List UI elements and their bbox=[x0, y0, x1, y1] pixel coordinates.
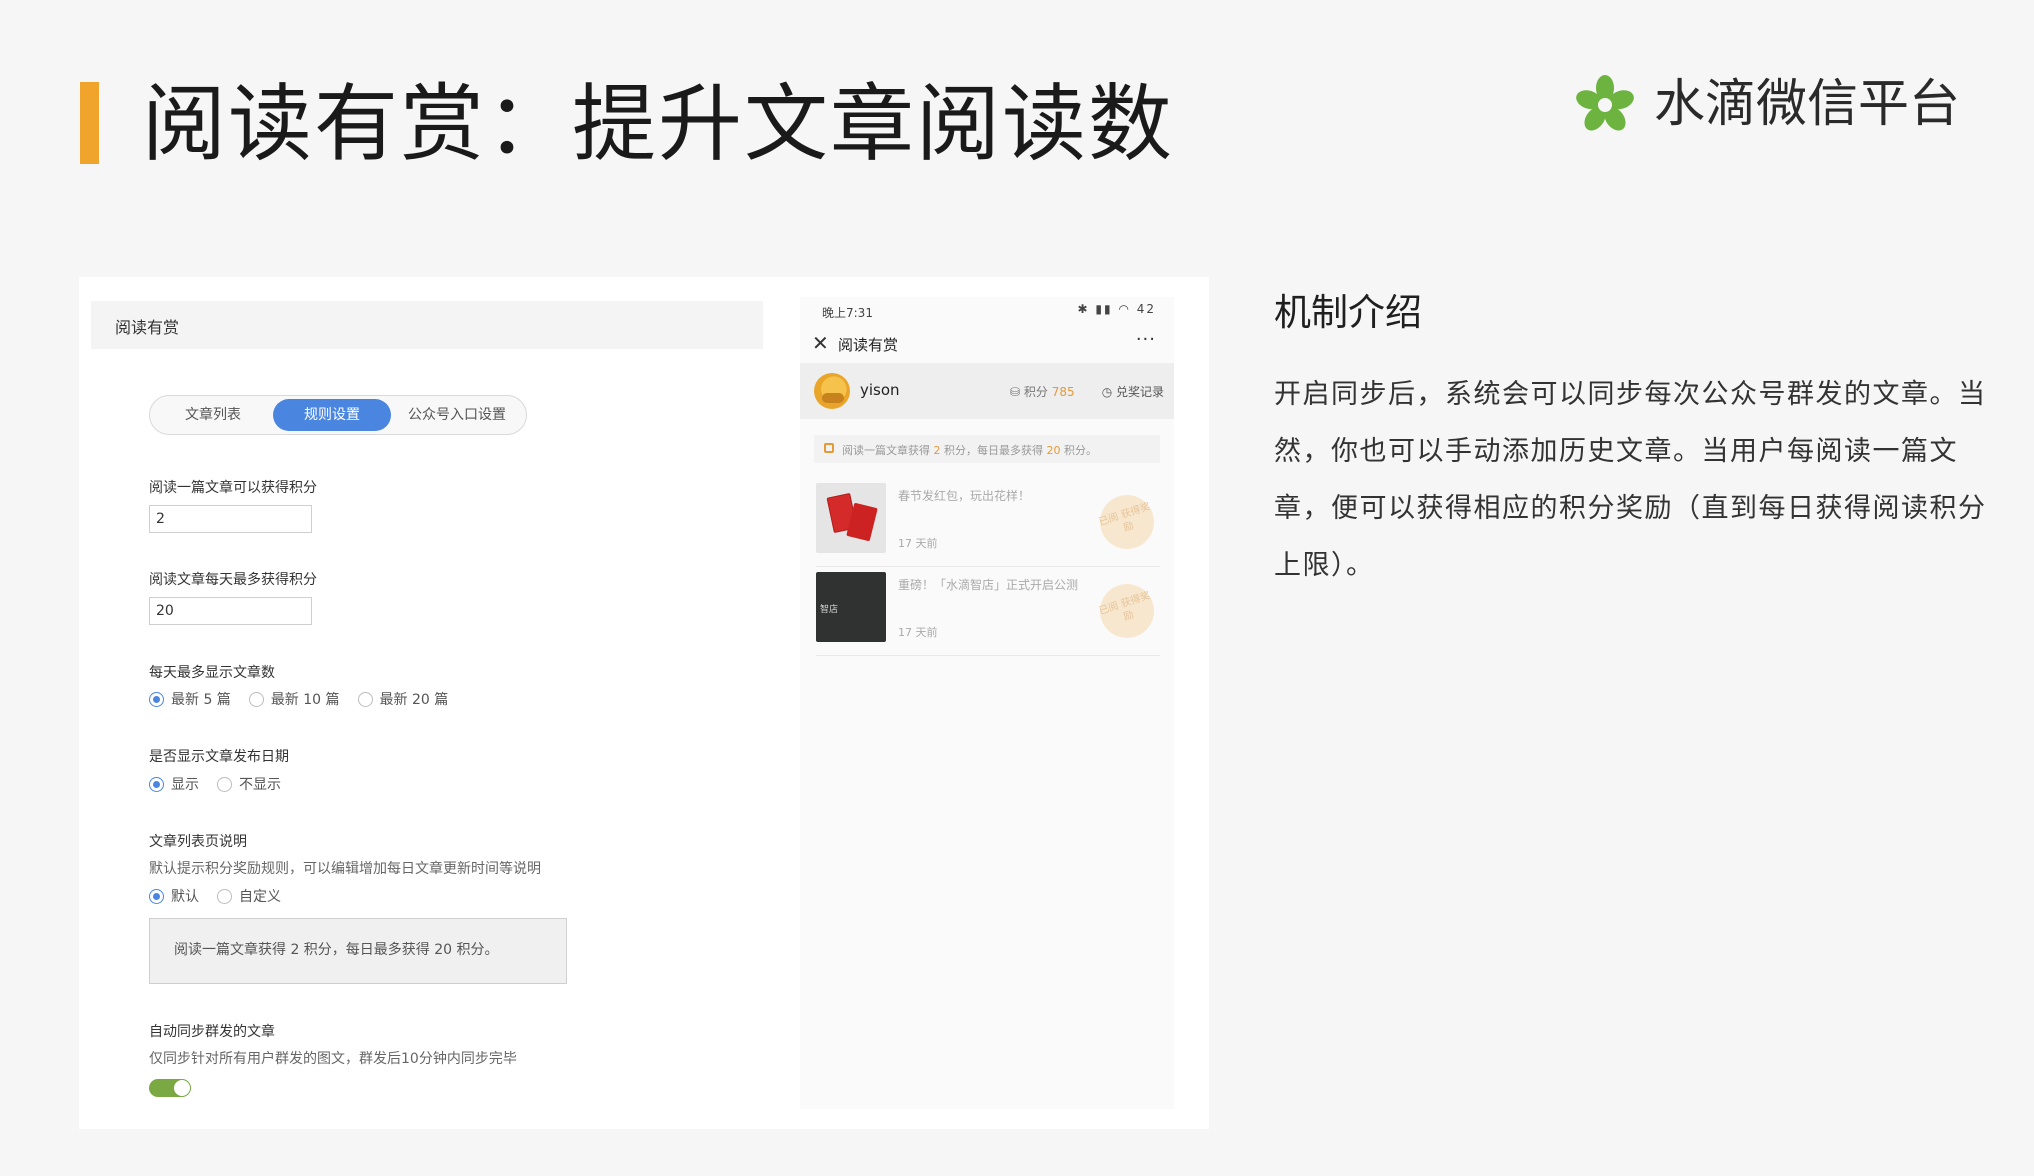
article-thumbnail: 智店 bbox=[816, 572, 886, 642]
tab-article-list[interactable]: 文章列表 bbox=[153, 399, 273, 431]
settings-tabs: 文章列表 规则设置 公众号入口设置 bbox=[149, 395, 527, 435]
per-article-points-label: 阅读一篇文章可以获得积分 bbox=[149, 480, 317, 496]
section-body: 开启同步后，系统会可以同步每次公众号群发的文章。当然，你也可以手动添加历史文章。… bbox=[1274, 379, 1987, 581]
list-desc-option-default[interactable]: 默认 bbox=[149, 886, 199, 906]
read-stamp: 已阅 获得奖励 bbox=[1092, 576, 1162, 646]
article-time: 17 天前 bbox=[898, 537, 938, 550]
show-date-option-no[interactable]: 不显示 bbox=[217, 774, 281, 794]
radio-empty-icon bbox=[217, 888, 232, 904]
thumbnail-label: 智店 bbox=[820, 605, 839, 615]
admin-header-title: 阅读有赏 bbox=[115, 318, 180, 337]
points-display: ⛁ 积分 785 bbox=[1010, 385, 1075, 399]
show-date-option-yes[interactable]: 显示 bbox=[149, 774, 199, 794]
list-desc-option-custom[interactable]: 自定义 bbox=[217, 886, 281, 906]
show-count-radio-group: 最新 5 篇 最新 10 篇 最新 20 篇 bbox=[149, 689, 466, 709]
admin-header: 阅读有赏 bbox=[91, 301, 763, 349]
radio-selected-icon bbox=[149, 691, 164, 707]
list-desc-help: 默认提示积分奖励规则，可以编辑增加每日文章更新时间等说明 bbox=[149, 861, 541, 877]
section-heading: 机制介绍 bbox=[1274, 291, 1422, 334]
list-item[interactable]: 智店 重磅！「水滴智店」正式开启公测 17 天前 已阅 获得奖励 bbox=[816, 562, 1162, 656]
radio-selected-icon bbox=[149, 888, 164, 904]
phone-preview: 晚上7:31 ✱ ▮▮ ◠ 42 ✕ 阅读有赏 ··· yison ⛁ 积分 7… bbox=[800, 297, 1174, 1109]
list-desc-radio-group: 默认 自定义 bbox=[149, 886, 299, 906]
auto-sync-toggle[interactable] bbox=[149, 1079, 191, 1097]
points-value: 785 bbox=[1051, 385, 1075, 399]
avatar bbox=[814, 373, 850, 409]
list-desc-textarea[interactable]: 阅读一篇文章获得 2 积分，每日最多获得 20 积分。 bbox=[149, 918, 567, 984]
phone-nav-title: 阅读有赏 bbox=[838, 336, 899, 354]
show-count-option-20[interactable]: 最新 20 篇 bbox=[357, 689, 448, 709]
slide-title: 阅读有赏：提升文章阅读数 bbox=[142, 75, 1175, 173]
status-time: 晚上7:31 bbox=[822, 306, 873, 320]
list-item[interactable]: 春节发红包，玩出花样！ 17 天前 已阅 获得奖励 bbox=[816, 473, 1162, 567]
radio-empty-icon bbox=[248, 691, 264, 707]
radio-selected-icon bbox=[149, 776, 164, 792]
close-icon[interactable]: ✕ bbox=[812, 331, 829, 355]
phone-nav-bar: ✕ 阅读有赏 ··· bbox=[800, 325, 1174, 363]
brand-name: 水滴微信平台 bbox=[1654, 75, 1961, 134]
tab-entry-settings[interactable]: 公众号入口设置 bbox=[391, 399, 523, 431]
list-desc-label: 文章列表页说明 bbox=[149, 834, 247, 850]
read-stamp: 已阅 获得奖励 bbox=[1092, 487, 1162, 557]
radio-empty-icon bbox=[217, 776, 232, 792]
user-bar: yison ⛁ 积分 785 ◷ 兑奖记录 bbox=[800, 363, 1174, 419]
speaker-icon bbox=[824, 443, 834, 453]
article-title: 重磅！「水滴智店」正式开启公测 bbox=[898, 578, 1079, 592]
status-icons: ✱ ▮▮ ◠ 42 bbox=[1077, 302, 1156, 316]
show-date-radio-group: 显示 不显示 bbox=[149, 774, 299, 794]
brand: 水滴微信平台 bbox=[1574, 74, 1960, 136]
show-count-label: 每天最多显示文章数 bbox=[149, 665, 275, 681]
auto-sync-help: 仅同步针对所有用户群发的图文，群发后10分钟内同步完毕 bbox=[149, 1051, 517, 1067]
screenshot-panel: 阅读有赏 文章列表 规则设置 公众号入口设置 阅读一篇文章可以获得积分 阅读文章… bbox=[79, 277, 1209, 1129]
tab-rule-settings[interactable]: 规则设置 bbox=[273, 399, 391, 431]
article-time: 17 天前 bbox=[898, 626, 938, 639]
show-date-label: 是否显示文章发布日期 bbox=[149, 749, 289, 765]
username: yison bbox=[860, 381, 900, 399]
clock-icon: ◷ bbox=[1101, 385, 1116, 399]
more-icon[interactable]: ··· bbox=[1136, 329, 1156, 350]
phone-status-bar: 晚上7:31 ✱ ▮▮ ◠ 42 bbox=[800, 297, 1174, 325]
daily-max-points-label: 阅读文章每天最多获得积分 bbox=[149, 572, 317, 588]
article-title: 春节发红包，玩出花样！ bbox=[898, 489, 1031, 503]
auto-sync-label: 自动同步群发的文章 bbox=[149, 1024, 275, 1040]
redeem-history-link[interactable]: ◷ 兑奖记录 bbox=[1102, 383, 1164, 400]
radio-empty-icon bbox=[357, 691, 373, 707]
title-accent-bar bbox=[80, 82, 99, 164]
per-article-points-input[interactable] bbox=[149, 505, 312, 533]
show-count-option-10[interactable]: 最新 10 篇 bbox=[248, 689, 340, 709]
brand-logo-icon bbox=[1576, 75, 1634, 131]
coin-icon: ⛁ bbox=[1010, 385, 1024, 399]
points-notice: 阅读一篇文章获得 2 积分，每日最多获得 20 积分。 bbox=[814, 435, 1160, 463]
daily-max-points-input[interactable] bbox=[149, 597, 312, 625]
article-thumbnail bbox=[816, 483, 886, 553]
show-count-option-5[interactable]: 最新 5 篇 bbox=[149, 689, 231, 709]
